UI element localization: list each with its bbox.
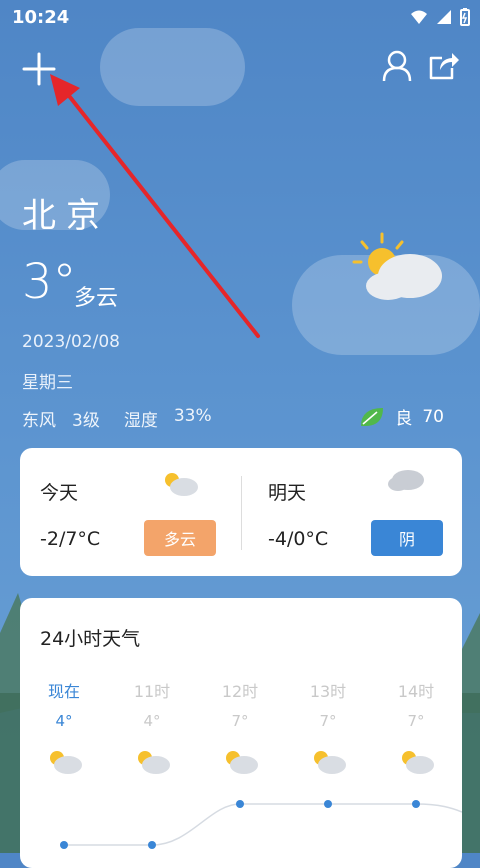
hour-item[interactable]: 13时 7° (298, 678, 358, 780)
hourly-card: 24小时天气 现在 4° 11时 4° 12时 7° 13时 7° 14时 7° (20, 598, 462, 868)
status-bar: 10:24 (0, 0, 480, 34)
trend-point (412, 800, 420, 808)
status-time: 10:24 (12, 7, 70, 28)
tomorrow-temp: -4/0°C (268, 528, 329, 550)
humidity-label: 湿度 (123, 411, 158, 431)
trend-point (148, 841, 156, 849)
hour-item[interactable]: 12时 7° (210, 678, 270, 780)
today-temp: -2/7°C (40, 528, 101, 550)
humidity-value: 33% (173, 406, 212, 426)
hour-label: 11时 (133, 682, 171, 701)
cloudy-icon (388, 470, 424, 491)
wind-level: 3级 (72, 411, 100, 431)
wind-humidity-row: 东风 3级 湿度 33% (22, 406, 212, 431)
partly-cloudy-icon (226, 751, 258, 774)
partly-cloudy-icon (314, 751, 346, 774)
hour-temp: 7° (407, 712, 425, 730)
partly-cloudy-icon (165, 473, 198, 496)
aqi-label: 良 (395, 409, 413, 429)
hour-label: 12时 (221, 682, 259, 701)
today-label: 今天 (40, 482, 79, 504)
trend-point (324, 800, 332, 808)
card-divider (241, 476, 242, 550)
aqi-badge[interactable]: 良 70 (359, 404, 444, 429)
hour-item[interactable]: 现在 4° (34, 678, 94, 780)
hour-label: 13时 (309, 682, 347, 701)
hour-temp: 4° (55, 712, 73, 730)
partly-cloudy-icon (50, 751, 82, 774)
trend-point (236, 800, 244, 808)
hour-temp: 4° (143, 712, 161, 730)
hour-temp: 7° (319, 712, 337, 730)
signal-icon (437, 10, 451, 24)
partly-cloudy-icon (138, 751, 170, 774)
tomorrow-label: 明天 (268, 482, 307, 504)
status-icons (410, 8, 470, 26)
wifi-icon (411, 10, 427, 24)
current-temp: 3° (22, 254, 77, 310)
temperature-trend-line (60, 800, 462, 849)
leaf-icon (361, 407, 384, 426)
hour-item[interactable]: 11时 4° (122, 678, 182, 780)
current-condition: 多云 (74, 286, 119, 311)
city-name[interactable]: 北京 (22, 188, 110, 237)
today-condition-badge: 多云 (144, 520, 216, 556)
current-weekday: 星期三 (22, 373, 73, 393)
wind-direction: 东风 (22, 411, 56, 431)
hour-label: 14时 (397, 682, 435, 701)
tomorrow-condition-badge: 阴 (371, 520, 443, 556)
user-icon[interactable] (382, 50, 412, 82)
share-icon[interactable] (428, 50, 460, 82)
hourly-title: 24小时天气 (40, 628, 141, 650)
hour-label: 现在 (47, 682, 80, 701)
partly-cloudy-icon (402, 751, 434, 774)
trend-point (60, 841, 68, 849)
aqi-value: 70 (422, 406, 444, 427)
forecast-card: 今天 -2/7°C 多云 明天 -4/0°C 阴 (20, 448, 462, 576)
current-date: 2023/02/08 (22, 332, 120, 352)
battery-icon (460, 8, 470, 26)
hour-temp: 7° (231, 712, 249, 730)
partly-cloudy-large-icon (352, 232, 442, 300)
hour-item[interactable]: 14时 7° (386, 678, 446, 780)
